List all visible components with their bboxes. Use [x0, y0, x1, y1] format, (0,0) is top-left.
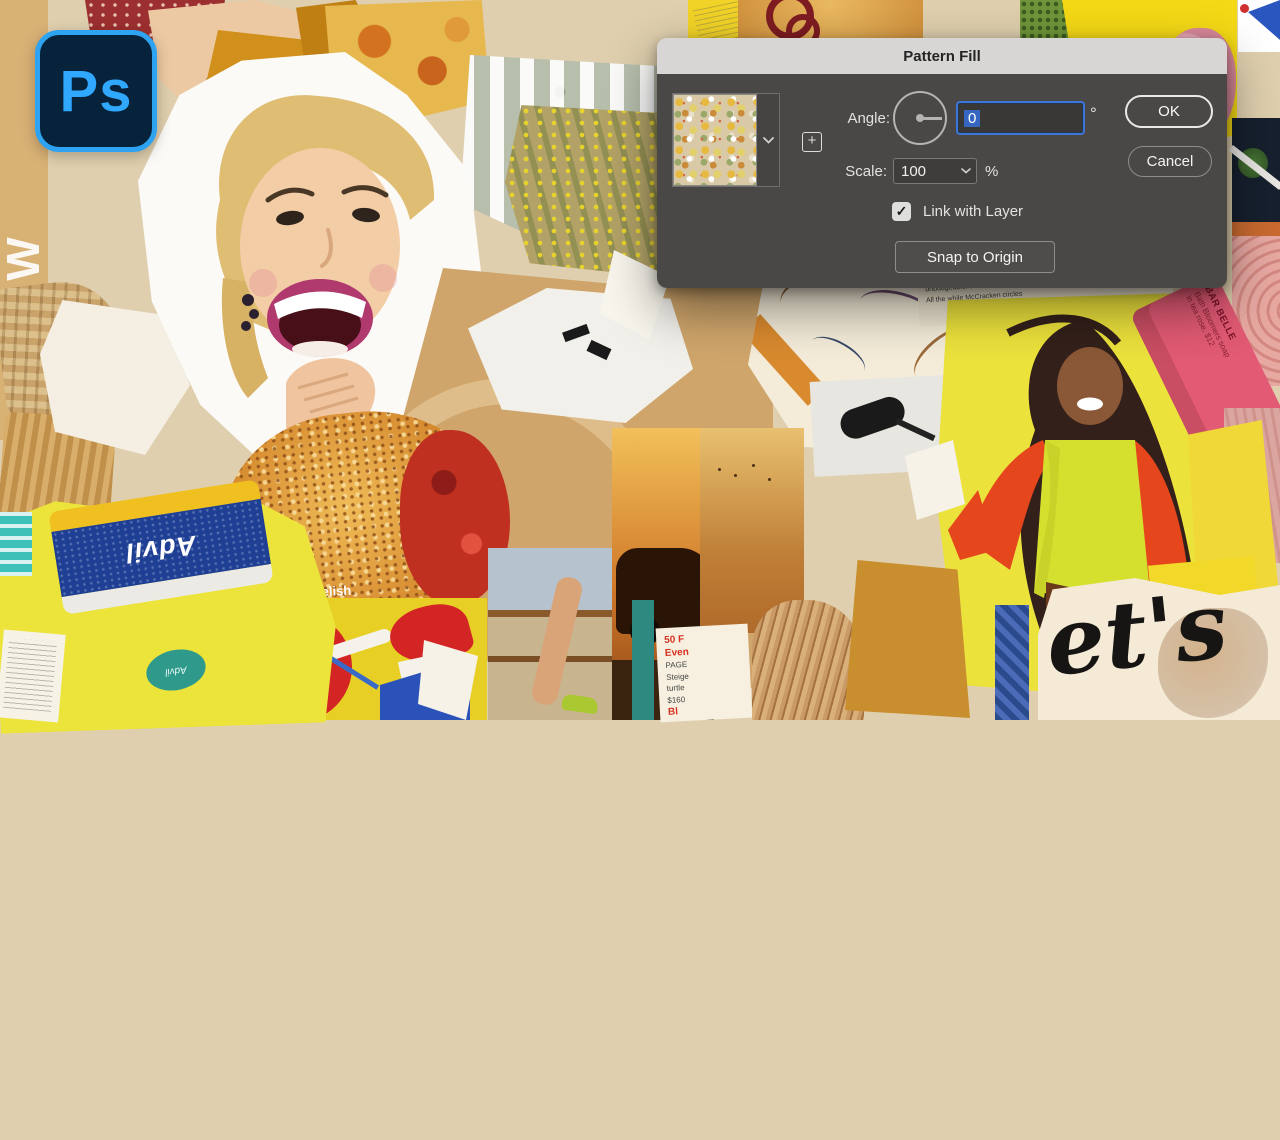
advil-brand-pill: Advil — [164, 663, 187, 677]
angle-dial[interactable] — [893, 91, 947, 145]
chevron-down-icon — [961, 168, 971, 174]
photoshop-logo-text: Ps — [60, 58, 133, 125]
dialog-titlebar[interactable]: Pattern Fill — [657, 38, 1227, 75]
angle-dial-center-dot — [916, 114, 924, 122]
dialog-body: + Angle: 0 ° Scale: 100 % ✓ Link with La… — [657, 74, 1227, 288]
serif-fragment: et's — [1041, 578, 1232, 697]
angle-label: Angle: — [827, 110, 890, 127]
advil-line2: PILL. WORKS AT LIQUID — [42, 940, 298, 1118]
scale-unit: % — [985, 163, 998, 180]
pattern-fill-dialog: Pattern Fill + Angle: 0 ° Scale: — [657, 38, 1227, 288]
link-with-layer-checkbox[interactable]: ✓ — [892, 202, 911, 221]
advil-headline: R FIRST CONCENTRATED PILL. WORKS AT LIQU… — [28, 920, 310, 1138]
teal-strip — [632, 600, 654, 720]
angle-input[interactable]: 0 — [958, 103, 1083, 133]
plus-icon: + — [808, 132, 817, 149]
snap-to-origin-button[interactable]: Snap to Origin — [895, 241, 1055, 273]
ok-button[interactable]: OK — [1125, 95, 1213, 128]
scribble-mark2 — [586, 340, 611, 360]
bird-specks — [718, 468, 721, 471]
denim-strip — [995, 605, 1029, 720]
scale-select[interactable]: 100 — [893, 158, 977, 184]
window-photo — [1232, 118, 1280, 236]
advil-line1: R FIRST CONCENTRATED — [55, 960, 311, 1138]
scribble-mark — [562, 324, 590, 342]
smallprint-paper — [0, 629, 66, 722]
scale-chevron[interactable] — [956, 168, 976, 174]
new-pattern-button[interactable]: + — [802, 132, 822, 152]
scale-value: 100 — [901, 163, 956, 180]
cancel-button-label: Cancel — [1147, 153, 1194, 170]
pattern-thumbnail[interactable] — [673, 94, 757, 186]
pastry-photo — [738, 0, 923, 42]
chevron-down-icon — [763, 137, 774, 144]
snap-to-origin-label: Snap to Origin — [927, 249, 1023, 266]
photoshop-logo: Ps — [35, 30, 157, 152]
angle-unit: ° — [1090, 104, 1097, 124]
pattern-picker-chevron-strip[interactable] — [757, 94, 779, 186]
mustard-bottom — [845, 560, 970, 718]
ets-paper: et's — [1038, 578, 1280, 720]
orange-building — [1232, 222, 1280, 236]
checkmark-icon: ✓ — [896, 203, 908, 220]
scale-label: Scale: — [827, 163, 887, 180]
teal-box — [0, 512, 32, 576]
dialog-title: Pattern Fill — [903, 48, 981, 65]
advil-line3: SPEED. — [28, 920, 284, 1098]
blue-triangle — [1248, 0, 1280, 40]
mirror-arm — [895, 418, 936, 441]
advil-brand-can: Advil — [124, 528, 198, 567]
cancel-button[interactable]: Cancel — [1128, 146, 1212, 177]
red-dot — [1240, 4, 1249, 13]
pattern-picker-dropdown[interactable] — [672, 93, 780, 187]
boardwalk-photo — [488, 548, 626, 720]
flower-field-photo — [505, 105, 670, 277]
smallprint-lines — [3, 638, 57, 712]
angle-input-selected-text: 0 — [964, 110, 980, 127]
link-with-layer-label: Link with Layer — [923, 203, 1023, 220]
price-tag: 50 F Even PAGE Steige turtle $160 Bl — [656, 624, 753, 723]
blue-corner-bit — [1238, 0, 1280, 52]
ok-button-label: OK — [1158, 103, 1180, 120]
